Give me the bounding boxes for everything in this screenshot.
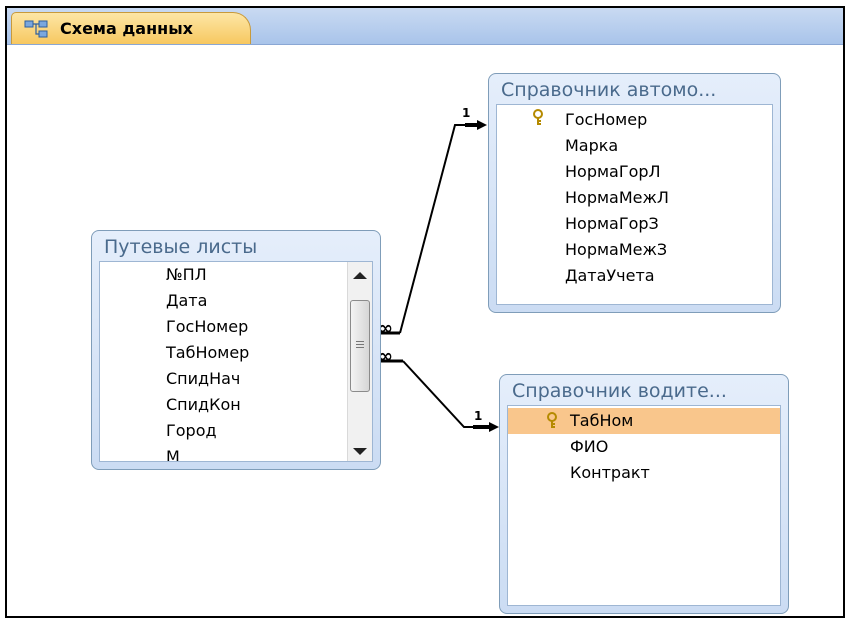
field-item[interactable]: НормаГорЗ [565,211,659,237]
relation-trips-drivers[interactable]: 1 ∞ [378,346,499,432]
relationships-window: Схема данных 1 ∞ 1 ∞ Путевые листы №ПЛ Д… [5,6,845,618]
field-item[interactable]: НормаМежЗ [565,237,667,263]
table-drivers[interactable]: Справочник водите... ТабНом ФИО Контракт [499,374,789,614]
field-item[interactable]: Контракт [570,460,650,486]
scroll-thumb[interactable] [350,300,370,392]
relation-trips-cars[interactable]: 1 ∞ [378,106,487,339]
scroll-down-arrow-icon[interactable] [353,448,367,455]
field-item[interactable]: Дата [166,288,207,314]
field-item[interactable]: ТабНом [570,408,633,434]
field-item[interactable]: М [166,444,180,461]
tab-label: Схема данных [60,19,193,38]
field-item[interactable]: ДатаУчета [565,263,655,289]
field-item[interactable]: ГосНомер [166,314,248,340]
field-item[interactable]: СпидНач [166,366,240,392]
table-title: Справочник автомо... [501,79,717,101]
primary-key-icon [547,412,557,428]
field-item[interactable]: ФИО [570,434,608,460]
tab-data-schema[interactable]: Схема данных [11,12,251,44]
field-list[interactable]: ГосНомер Марка НормаГорЛ НормаМежЛ Норма… [496,104,773,305]
scroll-up-arrow-icon[interactable] [353,272,367,279]
field-list[interactable]: №ПЛ Дата ГосНомер ТабНомер СпидНач СпидК… [99,261,373,462]
field-item[interactable]: Город [166,418,217,444]
field-item[interactable]: ТабНомер [166,340,249,366]
table-cars[interactable]: Справочник автомо... ГосНомер Марка Норм… [488,73,781,313]
field-item[interactable]: НормаМежЛ [565,185,669,211]
field-item[interactable]: ГосНомер [565,107,647,133]
table-title: Путевые листы [104,236,258,258]
table-trips[interactable]: Путевые листы №ПЛ Дата ГосНомер ТабНомер… [91,230,381,470]
field-item[interactable]: Марка [565,133,618,159]
field-list[interactable]: ТабНом ФИО Контракт [507,405,781,606]
field-item[interactable]: №ПЛ [166,262,207,288]
vertical-scrollbar[interactable] [347,262,372,461]
relationships-icon [24,20,48,38]
relation-one-label: 1 [462,106,470,120]
relationships-canvas[interactable]: 1 ∞ 1 ∞ Путевые листы №ПЛ Дата ГосНомер … [7,45,843,616]
field-item[interactable]: СпидКон [166,392,241,418]
field-item[interactable]: НормаГорЛ [565,159,661,185]
table-title: Справочник водите... [512,380,727,402]
document-tab-bar: Схема данных [7,8,843,45]
primary-key-icon [533,109,543,125]
relation-one-label: 1 [474,409,482,423]
